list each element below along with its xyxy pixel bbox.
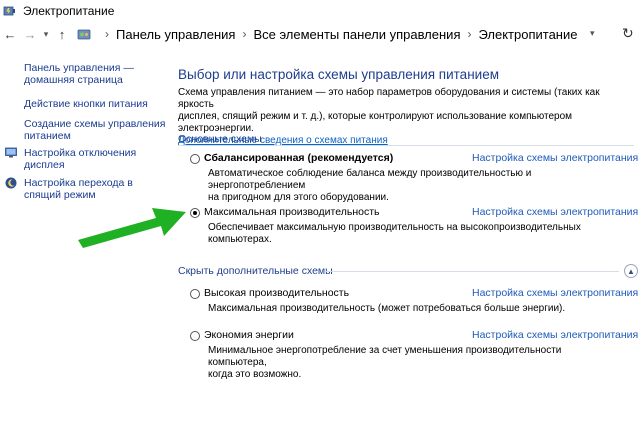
collapse-hidden-plans-button[interactable]: ▲ (624, 264, 638, 278)
breadcrumb-separator: › (467, 27, 472, 41)
plan-description-line: Автоматическое соблюдение баланса между … (208, 168, 532, 191)
sidebar-item-create-plan[interactable]: Создание схемы управления питанием (24, 118, 165, 142)
sidebar-item-label: питанием (24, 130, 71, 142)
breadcrumb-separator: › (242, 27, 247, 41)
sidebar-item-label: Настройка отключения (24, 147, 137, 159)
plan-ultimate-description: Обеспечивает максимальную производительн… (208, 222, 608, 246)
preferred-plans-header: Основные схемы (178, 133, 262, 145)
sidebar-item-label: Настройка перехода в (24, 177, 133, 189)
plan-balanced-radio[interactable] (190, 154, 200, 164)
sidebar-item-home[interactable]: Панель управления — домашняя страница (24, 62, 134, 86)
plan-balanced-name[interactable]: Сбалансированная (рекомендуется) (204, 152, 393, 164)
title-bar: Электропитание (0, 0, 644, 22)
back-button[interactable]: ← (0, 24, 20, 44)
group-divider (325, 271, 619, 272)
recent-locations-button[interactable]: ▾ (40, 24, 52, 44)
plan-description-line: Обеспечивает максимальную производительн… (208, 222, 581, 233)
breadcrumb-separator: › (105, 27, 109, 41)
address-dropdown-button[interactable]: ▾ (590, 28, 595, 39)
chevron-down-icon: ▾ (43, 28, 49, 39)
plan-power-saver-description: Минимальное энергопотребление за счет ум… (208, 345, 608, 381)
monitor-icon (5, 147, 17, 158)
forward-button[interactable]: → (20, 24, 40, 44)
address-bar: ← → ▾ ↑ › Панель управления › Все элемен… (0, 22, 644, 46)
breadcrumb-all-items[interactable]: Все элементы панели управления (253, 27, 460, 42)
chevron-down-icon: ▾ (590, 28, 595, 38)
intro-line: Схема управления питанием — это набор па… (178, 87, 600, 110)
window-title: Электропитание (23, 4, 115, 18)
moon-icon (5, 177, 17, 189)
sidebar-item-label: Создание схемы управления (24, 118, 166, 130)
plan-description-line: на пригодном для этого оборудовании. (208, 192, 389, 203)
refresh-button[interactable]: ↻ (622, 25, 634, 42)
breadcrumb-control-panel[interactable]: Панель управления (116, 27, 235, 42)
page-title: Выбор или настройка схемы управления пит… (178, 67, 499, 82)
plan-power-saver-name[interactable]: Экономия энергии (204, 329, 294, 341)
sidebar-item-label: Действие кнопки питания (24, 98, 148, 110)
sidebar-item-label: дисплея (24, 159, 65, 171)
hidden-plans-header[interactable]: Скрыть дополнительные схемы (178, 265, 333, 277)
sidebar-item-display-off[interactable]: Настройка отключения дисплея (24, 147, 136, 171)
power-options-icon (3, 6, 15, 16)
sidebar-item-label: домашняя страница (24, 74, 123, 86)
arrow-left-icon: ← (3, 26, 17, 42)
plan-description-line: Максимальная производительность (может п… (208, 303, 566, 314)
sidebar-item-label: Панель управления — (24, 62, 134, 74)
plan-description-line: Минимальное энергопотребление за счет ум… (208, 345, 562, 368)
plan-description-line: когда это возможно. (208, 369, 302, 380)
plan-high-performance-radio[interactable] (190, 289, 200, 299)
breadcrumb: › Панель управления › Все элементы панел… (76, 26, 577, 42)
plan-power-saver-radio[interactable] (190, 331, 200, 341)
arrow-right-icon: → (23, 26, 37, 42)
plan-high-performance-description: Максимальная производительность (может п… (208, 303, 608, 315)
arrow-up-icon: ↑ (58, 26, 66, 42)
annotation-arrow-icon (78, 208, 186, 248)
sidebar-item-power-button[interactable]: Действие кнопки питания (24, 98, 148, 110)
plan-description-line: компьютерах. (208, 234, 272, 245)
plan-ultimate-settings-link[interactable]: Настройка схемы электропитания (472, 206, 638, 218)
intro-line: дисплея, спящий режим и т. д.), которые … (178, 111, 573, 134)
plan-balanced-description: Автоматическое соблюдение баланса между … (208, 168, 608, 204)
plan-balanced-settings-link[interactable]: Настройка схемы электропитания (472, 152, 638, 164)
up-button[interactable]: ↑ (52, 24, 72, 44)
refresh-icon: ↻ (622, 25, 634, 41)
group-divider (178, 145, 634, 146)
plan-ultimate-name[interactable]: Максимальная производительность (204, 206, 379, 218)
breadcrumb-power-options[interactable]: Электропитание (478, 27, 577, 42)
plan-power-saver-settings-link[interactable]: Настройка схемы электропитания (472, 329, 638, 341)
plan-high-performance-settings-link[interactable]: Настройка схемы электропитания (472, 287, 638, 299)
plan-high-performance-name[interactable]: Высокая производительность (204, 287, 349, 299)
control-panel-icon (77, 29, 91, 40)
chevron-up-icon: ▲ (627, 266, 635, 276)
